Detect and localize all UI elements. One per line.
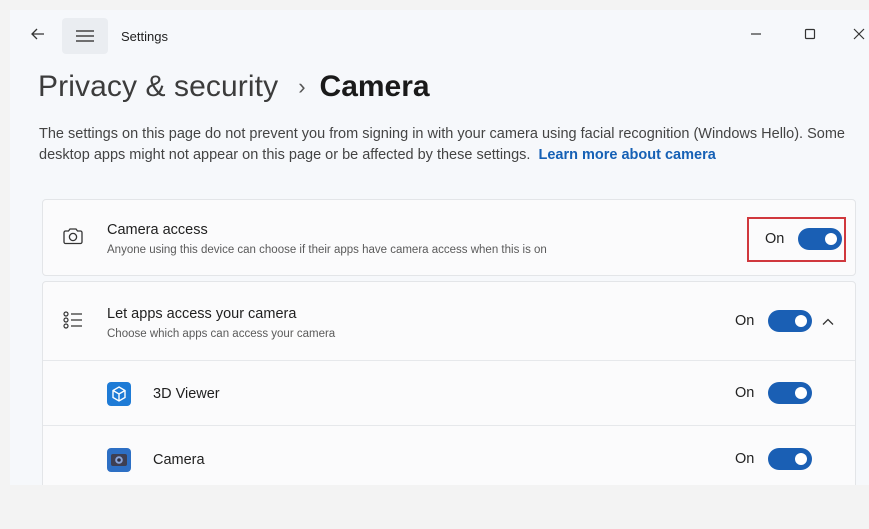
navigation-menu-button[interactable]	[62, 18, 108, 54]
maximize-icon	[804, 28, 816, 40]
apps-access-toggle-label: On	[735, 313, 755, 329]
background-strip	[0, 485, 869, 529]
camera-access-toggle[interactable]: On	[765, 228, 843, 250]
maximize-button[interactable]	[797, 22, 823, 46]
app-name: Camera	[153, 452, 205, 468]
apps-access-title: Let apps access your camera	[107, 306, 297, 322]
camera-app-toggle[interactable]: On	[735, 448, 813, 470]
learn-more-link[interactable]: Learn more about camera	[538, 147, 715, 163]
apps-access-row[interactable]: Let apps access your camera Choose which…	[43, 282, 855, 359]
minimize-icon	[751, 33, 761, 35]
close-button[interactable]	[846, 22, 869, 46]
app-title: Settings	[121, 29, 168, 44]
page-description: The settings on this page do not prevent…	[39, 124, 864, 166]
title-bar: Settings	[10, 10, 869, 60]
toggle-switch[interactable]	[798, 228, 843, 250]
3d-viewer-toggle[interactable]: On	[735, 382, 813, 404]
minimize-button[interactable]	[743, 22, 769, 46]
apps-access-subtitle: Choose which apps can access your camera	[107, 328, 336, 340]
description-text: The settings on this page do not prevent…	[39, 126, 845, 163]
app-row-3d-viewer: 3D Viewer On	[43, 360, 855, 425]
apps-access-card: Let apps access your camera Choose which…	[42, 281, 856, 485]
3d-viewer-icon	[107, 382, 131, 406]
list-settings-icon	[61, 308, 85, 332]
app-row-camera: Camera On	[43, 425, 855, 485]
hamburger-icon	[76, 30, 94, 42]
camera-access-card: Camera access Anyone using this device c…	[42, 199, 856, 276]
apps-access-toggle[interactable]: On	[735, 310, 813, 332]
app-toggle-label: On	[735, 451, 755, 467]
toggle-switch[interactable]	[768, 310, 813, 332]
camera-app-icon	[107, 448, 131, 472]
toggle-switch[interactable]	[768, 382, 813, 404]
camera-access-title: Camera access	[107, 222, 208, 238]
camera-access-toggle-label: On	[765, 231, 785, 247]
back-button[interactable]	[28, 24, 48, 44]
app-toggle-label: On	[735, 385, 755, 401]
close-icon	[853, 28, 865, 40]
toggle-switch[interactable]	[768, 448, 813, 470]
breadcrumb-parent[interactable]: Privacy & security	[38, 70, 278, 104]
breadcrumb-chevron-icon: ›	[298, 74, 306, 99]
camera-access-subtitle: Anyone using this device can choose if t…	[107, 244, 547, 256]
page-title: Camera	[319, 70, 430, 103]
camera-icon	[61, 224, 85, 248]
app-name: 3D Viewer	[153, 386, 220, 402]
breadcrumb: Privacy & security › Camera	[38, 64, 430, 110]
settings-window: Settings Privacy & security › Camera The…	[10, 10, 869, 485]
chevron-up-icon[interactable]	[821, 315, 835, 329]
back-arrow-icon	[31, 28, 44, 40]
